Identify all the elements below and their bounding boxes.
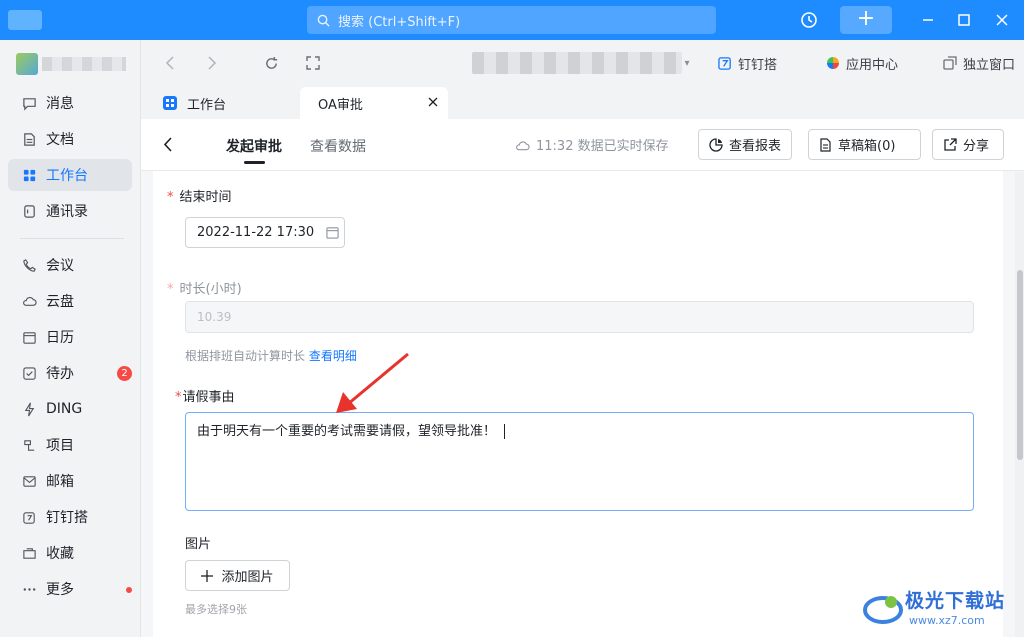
watermark-url: www.xz7.com (909, 614, 985, 627)
watermark-title: 极光下载站 (905, 590, 1006, 612)
watermark: 极光下载站 www.xz7.com (861, 584, 1021, 634)
annotation-arrow (336, 352, 409, 413)
watermark-logo (863, 596, 903, 624)
